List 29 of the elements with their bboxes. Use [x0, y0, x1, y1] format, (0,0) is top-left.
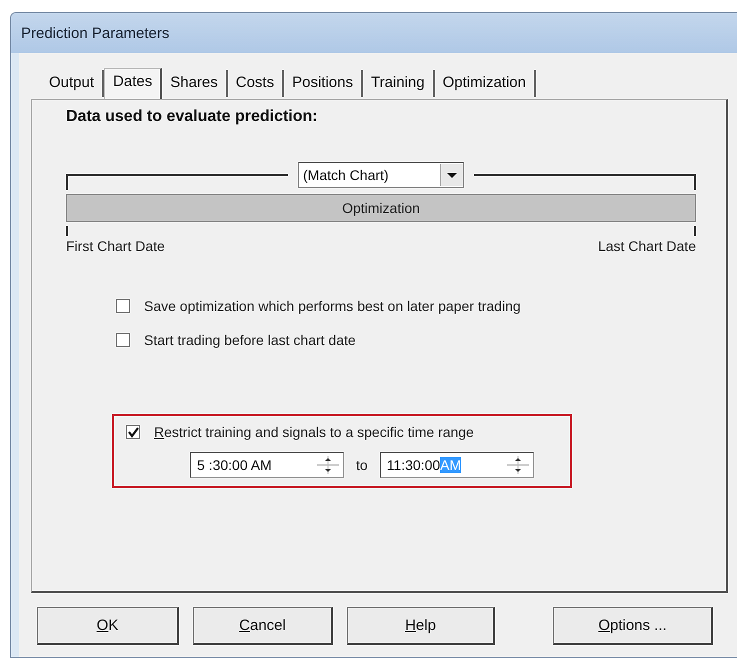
start-date-label: First Chart Date: [66, 238, 165, 254]
window-title: Prediction Parameters: [21, 24, 170, 42]
checkbox[interactable]: [116, 299, 130, 313]
checkbox-label: Restrict training and signals to a specific time range: [154, 424, 474, 440]
tab[interactable]: Dates: [104, 68, 162, 99]
dialog-button[interactable]: OK: [37, 607, 179, 645]
spin-arrows-icon[interactable]: [315, 454, 341, 476]
dialog-button[interactable]: Options ...: [553, 607, 713, 645]
tab[interactable]: Positions: [284, 70, 363, 97]
checkbox-label: Save optimization which performs best on later paper trading: [144, 298, 521, 314]
checkbox[interactable]: [116, 333, 130, 347]
tab[interactable]: Optimization: [434, 70, 536, 97]
tick-mark: [66, 226, 68, 236]
tab[interactable]: Shares: [162, 70, 228, 97]
section-heading: Data used to evaluate prediction:: [66, 108, 319, 126]
date-range-dropdown[interactable]: (Match Chart): [298, 162, 464, 188]
checkbox[interactable]: [126, 425, 140, 439]
checkbox-label: Start trading before last chart date: [144, 332, 356, 348]
dialog-button[interactable]: Help: [347, 607, 495, 645]
tab[interactable]: Training: [362, 70, 435, 97]
tick-mark: [694, 226, 696, 236]
separator-label: to: [356, 457, 368, 473]
tab[interactable]: Costs: [228, 70, 284, 97]
end-date-label: Last Chart Date: [598, 238, 696, 254]
dialog-button[interactable]: Cancel: [193, 607, 333, 645]
range-bar-label: Optimization: [342, 200, 420, 216]
spin-arrows-icon[interactable]: [504, 454, 531, 476]
time-field[interactable]: 11:30:00AM: [380, 452, 534, 478]
time-field[interactable]: 5 :30:00 AM: [190, 452, 344, 478]
